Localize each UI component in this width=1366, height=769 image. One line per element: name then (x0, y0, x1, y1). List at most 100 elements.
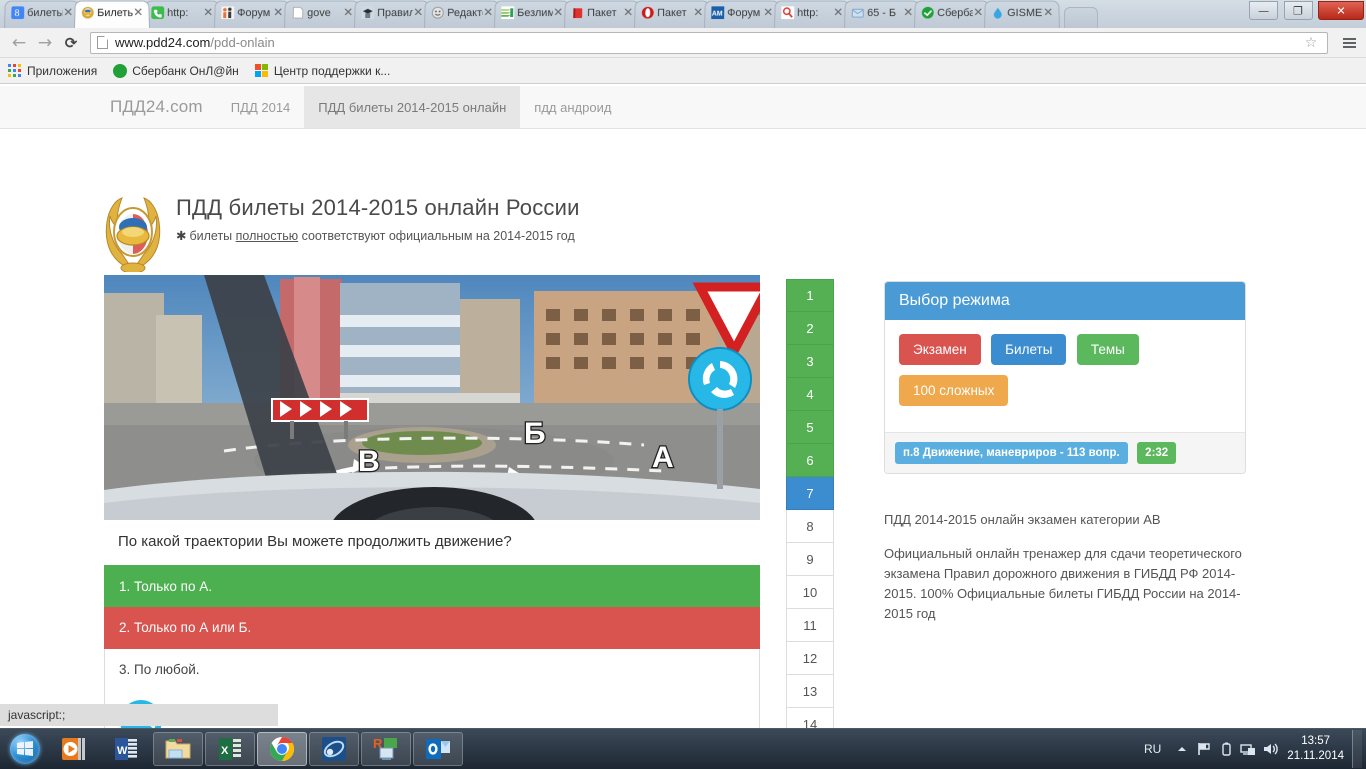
question-number-11[interactable]: 11 (786, 609, 834, 642)
browser-tab-8[interactable]: Безлимит ✕ (494, 0, 570, 29)
taskbar-word[interactable]: W (101, 732, 151, 766)
tab-title: GISMET (1007, 7, 1043, 20)
reload-button[interactable]: ⟳ (58, 30, 84, 56)
chrome-menu-button[interactable] (1338, 37, 1360, 48)
question-number-10[interactable]: 10 (786, 576, 834, 609)
nav-item-pdd-2014[interactable]: ПДД 2014 (217, 86, 304, 128)
close-tab-icon[interactable]: ✕ (483, 5, 494, 19)
question-number-9[interactable]: 9 (786, 543, 834, 576)
close-tab-icon[interactable]: ✕ (553, 5, 564, 19)
tab-title: билеты (27, 7, 63, 20)
maximize-button[interactable]: ❐ (1283, 1, 1313, 20)
topic-badge[interactable]: п.8 Движение, маневриров - 113 вопр. (895, 442, 1128, 464)
mode-button-topics[interactable]: Темы (1076, 334, 1139, 365)
question-number-7[interactable]: 7 (786, 477, 834, 510)
browser-tab-7[interactable]: Редактор ✕ (424, 0, 500, 29)
minimize-button[interactable]: — (1249, 1, 1279, 20)
browser-tab-11[interactable]: AM Форум ✕ (704, 0, 780, 29)
question-number-12[interactable]: 12 (786, 642, 834, 675)
close-tab-icon[interactable]: ✕ (973, 5, 984, 19)
bookmark-support-center[interactable]: Центр поддержки к... (254, 63, 390, 78)
close-icon: ✕ (1336, 4, 1346, 17)
answer-option-1[interactable]: 1. Только по А. (104, 565, 760, 607)
taskbar-outlook[interactable] (413, 731, 463, 766)
question-number-13[interactable]: 13 (786, 675, 834, 708)
blank-page-icon (291, 6, 304, 19)
close-tab-icon[interactable]: ✕ (693, 5, 704, 19)
browser-tab-3[interactable]: http: ✕ (144, 0, 220, 29)
new-tab-button[interactable] (1064, 7, 1098, 28)
question-number-14[interactable]: 14 (786, 708, 834, 728)
browser-tab-6[interactable]: Правила ✕ (354, 0, 430, 29)
browser-tab-12[interactable]: http: ✕ (774, 0, 850, 29)
battery-icon[interactable] (1215, 737, 1237, 761)
subtitle-after: соответствуют официальным на 2014-2015 г… (298, 229, 575, 243)
close-tab-icon[interactable]: ✕ (273, 5, 284, 19)
close-tab-icon[interactable]: ✕ (413, 5, 424, 19)
close-tab-icon[interactable]: ✕ (833, 5, 844, 19)
site-brand[interactable]: ПДД24.com (96, 86, 217, 128)
question-number-4[interactable]: 4 (786, 378, 834, 411)
mode-panel: Выбор режима Экзамен Билеты Темы 100 сло… (884, 281, 1246, 474)
maximize-icon: ❐ (1293, 4, 1303, 17)
nav-item-pdd-android[interactable]: пдд андроид (520, 86, 625, 128)
action-flag-icon[interactable] (1193, 737, 1215, 761)
forward-button[interactable]: → (32, 30, 58, 56)
taskbar-clock[interactable]: 13:57 21.11.2014 (1287, 734, 1344, 764)
taskbar-explorer[interactable] (153, 731, 203, 766)
close-tab-icon[interactable]: ✕ (133, 5, 144, 19)
close-tab-icon[interactable]: ✕ (343, 5, 354, 19)
show-desktop-button[interactable] (1352, 729, 1362, 768)
bookmark-apps[interactable]: Приложения (8, 63, 98, 78)
tab-title: http: (797, 7, 819, 20)
browser-tab-5[interactable]: gove ✕ (284, 0, 360, 29)
network-icon[interactable] (1237, 737, 1259, 761)
browser-tab-14[interactable]: Сбербанк ✕ (914, 0, 990, 29)
browser-toolbar: ← → ⟳ www.pdd24.com/pdd-onlain ☆ (0, 28, 1366, 58)
url-host: www.pdd24.com (115, 35, 211, 50)
mode-button-100-hard[interactable]: 100 сложных (899, 375, 1009, 406)
start-button[interactable] (2, 731, 48, 767)
close-tab-icon[interactable]: ✕ (903, 5, 914, 19)
close-tab-icon[interactable]: ✕ (1043, 5, 1054, 19)
svg-text:А: А (652, 441, 674, 474)
mode-button-exam[interactable]: Экзамен (899, 334, 981, 365)
taskbar-media-player[interactable] (49, 732, 99, 766)
taskbar-remote-desktop[interactable]: R (361, 731, 411, 766)
browser-tab-15[interactable]: GISMET ✕ (984, 0, 1060, 29)
mode-button-tickets[interactable]: Билеты (991, 334, 1067, 365)
address-bar[interactable]: www.pdd24.com/pdd-onlain ☆ (90, 31, 1328, 54)
bookmark-label: Приложения (27, 63, 98, 78)
asterisk-icon: ✱ (176, 229, 187, 243)
page-info-icon[interactable] (97, 36, 108, 49)
question-number-8[interactable]: 8 (786, 510, 834, 543)
taskbar-excel[interactable]: X (205, 731, 255, 766)
tab-title: 65 - Б (867, 7, 897, 20)
close-tab-icon[interactable]: ✕ (623, 5, 634, 19)
browser-tab-4[interactable]: Форум ✕ (214, 0, 290, 29)
browser-tab-1[interactable]: 8 билеты ✕ (4, 0, 80, 29)
browser-tab-10[interactable]: Пакет ✕ (634, 0, 710, 29)
bookmark-sberbank[interactable]: Сбербанк ОнЛ@йн (113, 63, 239, 78)
question-number-3[interactable]: 3 (786, 345, 834, 378)
show-hidden-icons-button[interactable] (1171, 737, 1193, 761)
volume-icon[interactable] (1259, 737, 1281, 761)
browser-tab-13[interactable]: 65 - Б ✕ (844, 0, 920, 29)
question-number-2[interactable]: 2 (786, 312, 834, 345)
browser-tab-2[interactable]: Билеты ✕ (74, 0, 150, 29)
question-number-1[interactable]: 1 (786, 279, 834, 312)
nav-item-tickets-online[interactable]: ПДД билеты 2014-2015 онлайн (304, 86, 521, 128)
bookmark-star-icon[interactable]: ☆ (1301, 35, 1321, 51)
answer-option-2[interactable]: 2. Только по А или Б. (104, 607, 760, 649)
close-tab-icon[interactable]: ✕ (63, 5, 74, 19)
close-tab-icon[interactable]: ✕ (203, 5, 214, 19)
question-number-6[interactable]: 6 (786, 444, 834, 477)
close-window-button[interactable]: ✕ (1318, 1, 1364, 20)
question-number-5[interactable]: 5 (786, 411, 834, 444)
browser-tab-9[interactable]: Пакет ✕ (564, 0, 640, 29)
taskbar-satellite-app[interactable] (309, 731, 359, 766)
taskbar-chrome[interactable] (257, 731, 307, 766)
back-button[interactable]: ← (6, 30, 32, 56)
close-tab-icon[interactable]: ✕ (763, 5, 774, 19)
language-indicator[interactable]: RU (1144, 742, 1161, 756)
